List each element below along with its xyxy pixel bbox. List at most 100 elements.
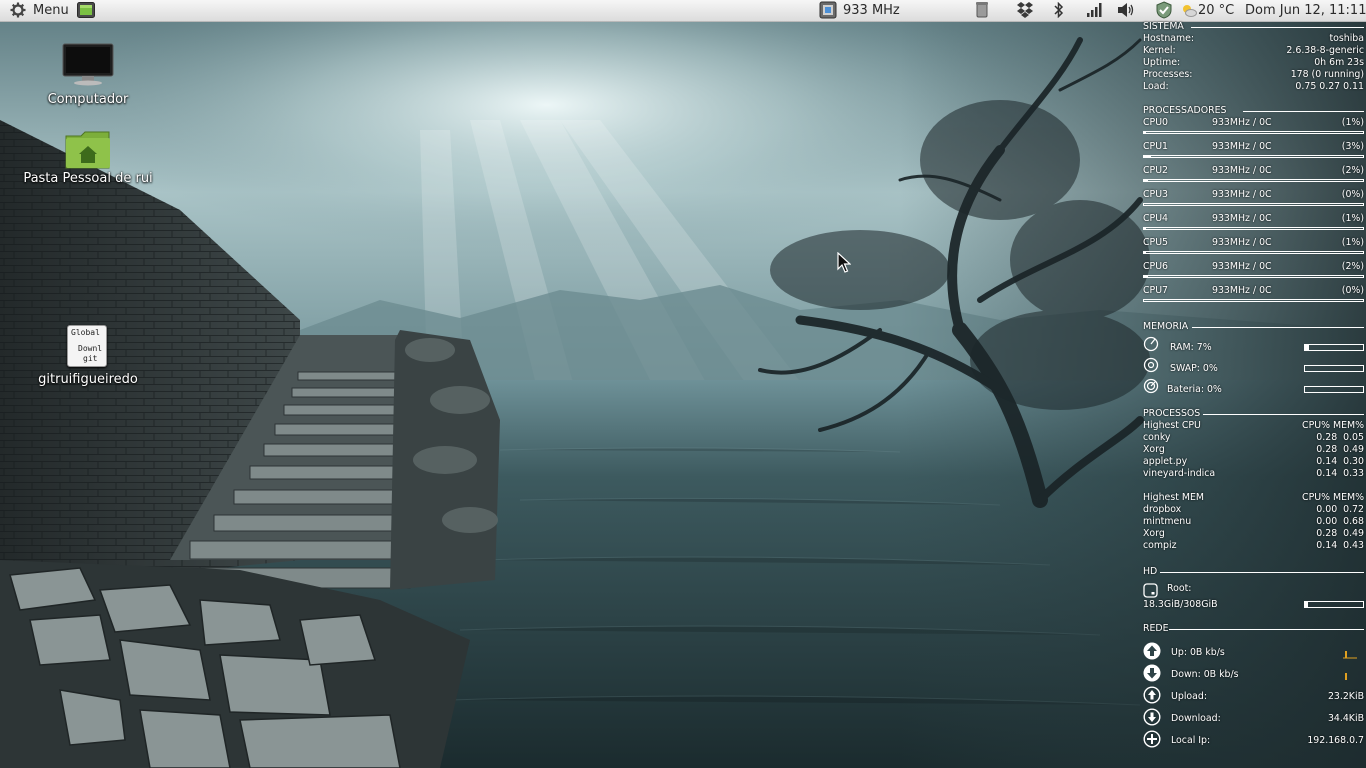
file-preview-line: git <box>83 354 98 363</box>
cpu-name: CPU0 <box>1143 117 1169 128</box>
weather-applet[interactable]: 20 °C <box>1181 0 1236 21</box>
network-signal-icon[interactable] <box>1086 0 1104 21</box>
desktop-icon-label: Pasta Pessoal de rui <box>23 171 153 186</box>
cpu-name: CPU2 <box>1143 165 1169 176</box>
swap-usage: SWAP: 0% <box>1170 363 1218 374</box>
net-up-speed: Up: 0B kb/s <box>1171 647 1225 658</box>
cpu-name: CPU5 <box>1143 237 1169 248</box>
menu-label: Menu <box>33 3 69 18</box>
cpu-frequency-temp: 933MHz / 0C <box>1212 189 1272 200</box>
process-row: dropbox 0.00 0.72 <box>1143 504 1364 516</box>
cpu-frequency-temp: 933MHz / 0C <box>1212 141 1272 152</box>
download-total-row: Download: 34.4KiB <box>1143 713 1364 725</box>
cpu-row: CPU5 933MHz / 0C (1%) <box>1143 237 1364 249</box>
cpu-usage-bar <box>1143 155 1364 158</box>
process-values: 0.00 0.68 <box>1316 516 1364 527</box>
cpu-usage: (3%) <box>1341 141 1364 152</box>
home-folder-icon <box>65 131 110 169</box>
upload-value: 23.2KiB <box>1327 691 1364 702</box>
section-divider <box>1192 327 1364 328</box>
desktop-icon-gitruifigueiredo[interactable]: Global Downl git gitruifigueiredo <box>30 324 146 390</box>
local-ip-label: Local Ip: <box>1171 735 1211 746</box>
info-row: Processes: 178 (0 running) <box>1143 69 1364 81</box>
section-title: REDE <box>1143 623 1169 634</box>
desktop-icon-home-folder[interactable]: Pasta Pessoal de rui <box>18 130 158 190</box>
section-header-processadores: PROCESSADORES <box>1143 105 1364 117</box>
bluetooth-icon[interactable] <box>1052 0 1066 21</box>
upload-arrow-icon <box>1143 642 1161 660</box>
cpu-frequency-temp: 933MHz / 0C <box>1212 117 1272 128</box>
cpu-frequency-temp: 933MHz / 0C <box>1212 285 1272 296</box>
cpu-usage-bar-fill <box>1144 228 1147 229</box>
section-divider <box>1191 27 1364 28</box>
cpu-usage: (2%) <box>1341 165 1364 176</box>
section-header-memoria: MEMORIA <box>1143 321 1364 333</box>
battery-usage: Bateria: 0% <box>1167 384 1222 395</box>
hd-root-label: Root: <box>1167 583 1192 594</box>
uptime-value: 0h 6m 23s <box>1314 57 1364 68</box>
section-title: HD <box>1143 566 1158 577</box>
info-row: Load: 0.75 0.27 0.11 <box>1143 81 1364 93</box>
section-header-sistema: SISTEMA <box>1143 21 1364 33</box>
kernel-value: 2.6.38-8-generic <box>1286 45 1364 56</box>
desktop-icon-computador[interactable]: Computador <box>30 42 146 112</box>
process-name: Xorg <box>1143 528 1165 539</box>
local-ip-value: 192.168.0.7 <box>1307 735 1364 746</box>
info-label: Kernel: <box>1143 45 1176 56</box>
file-preview-line: Global <box>71 328 100 337</box>
menu-button[interactable]: Menu <box>0 0 70 21</box>
cpu-usage: (2%) <box>1341 261 1364 272</box>
process-values: 0.14 0.33 <box>1316 468 1364 479</box>
cpu-frequency-temp: 933MHz / 0C <box>1212 261 1272 272</box>
cpu-row: CPU6 933MHz / 0C (2%) <box>1143 261 1364 273</box>
battery-bar <box>1304 386 1364 393</box>
ram-usage: RAM: 7% <box>1170 342 1212 353</box>
info-label: Uptime: <box>1143 57 1181 68</box>
dropbox-icon[interactable] <box>1016 0 1036 21</box>
trash-icon[interactable] <box>975 0 989 21</box>
clock[interactable]: Dom Jun 12, 11:11 <box>1245 0 1366 21</box>
section-divider <box>1203 414 1364 415</box>
download-label: Download: <box>1171 713 1221 724</box>
cpufreq-applet[interactable]: 933 MHz <box>817 0 900 21</box>
process-row: conky 0.28 0.05 <box>1143 432 1364 444</box>
info-row: Uptime: 0h 6m 23s <box>1143 57 1364 69</box>
section-divider <box>1169 629 1364 630</box>
process-name: vineyard-indica <box>1143 468 1216 479</box>
process-values: 0.28 0.49 <box>1316 444 1364 455</box>
section-title: SISTEMA <box>1143 21 1184 32</box>
process-name: Xorg <box>1143 444 1165 455</box>
terminal-applet-icon[interactable] <box>77 0 97 21</box>
download-graph-icon <box>1345 673 1347 680</box>
process-values: 0.28 0.49 <box>1316 528 1364 539</box>
cpu-row: CPU0 933MHz / 0C (1%) <box>1143 117 1364 129</box>
process-values: 0.00 0.72 <box>1316 504 1364 515</box>
cpu-usage: (1%) <box>1341 213 1364 224</box>
cpu-usage-bar <box>1143 227 1364 230</box>
section-title: MEMORIA <box>1143 321 1189 332</box>
process-row: Xorg 0.28 0.49 <box>1143 528 1364 540</box>
desktop-icon-label: gitruifigueiredo <box>38 372 138 387</box>
cpu-usage: (1%) <box>1341 117 1364 128</box>
cpu-frequency-temp: 933MHz / 0C <box>1212 165 1272 176</box>
section-header-hd: HD <box>1143 566 1364 578</box>
ram-gauge-icon <box>1143 336 1159 352</box>
info-label: Hostname: <box>1143 33 1195 44</box>
process-name: applet.py <box>1143 456 1188 467</box>
download-value: 34.4KiB <box>1327 713 1364 724</box>
table-column-headers: CPU% MEM% <box>1302 420 1364 431</box>
cpu-usage: (1%) <box>1341 237 1364 248</box>
cpu-row: CPU7 933MHz / 0C (0%) <box>1143 285 1364 297</box>
cpu-row: CPU2 933MHz / 0C (2%) <box>1143 165 1364 177</box>
load-value: 0.75 0.27 0.11 <box>1295 81 1364 92</box>
cpu-usage-bar-fill <box>1144 156 1151 157</box>
update-shield-icon[interactable] <box>1155 0 1175 21</box>
volume-icon[interactable] <box>1117 0 1137 21</box>
cpu-name: CPU1 <box>1143 141 1169 152</box>
process-values: 0.14 0.43 <box>1316 540 1364 551</box>
cpu-name: CPU7 <box>1143 285 1169 296</box>
mouse-cursor-icon <box>837 252 851 273</box>
cpu-usage-bar <box>1143 251 1364 254</box>
local-ip-row: Local Ip: 192.168.0.7 <box>1143 735 1364 747</box>
net-down-speed: Down: 0B kb/s <box>1171 669 1239 680</box>
